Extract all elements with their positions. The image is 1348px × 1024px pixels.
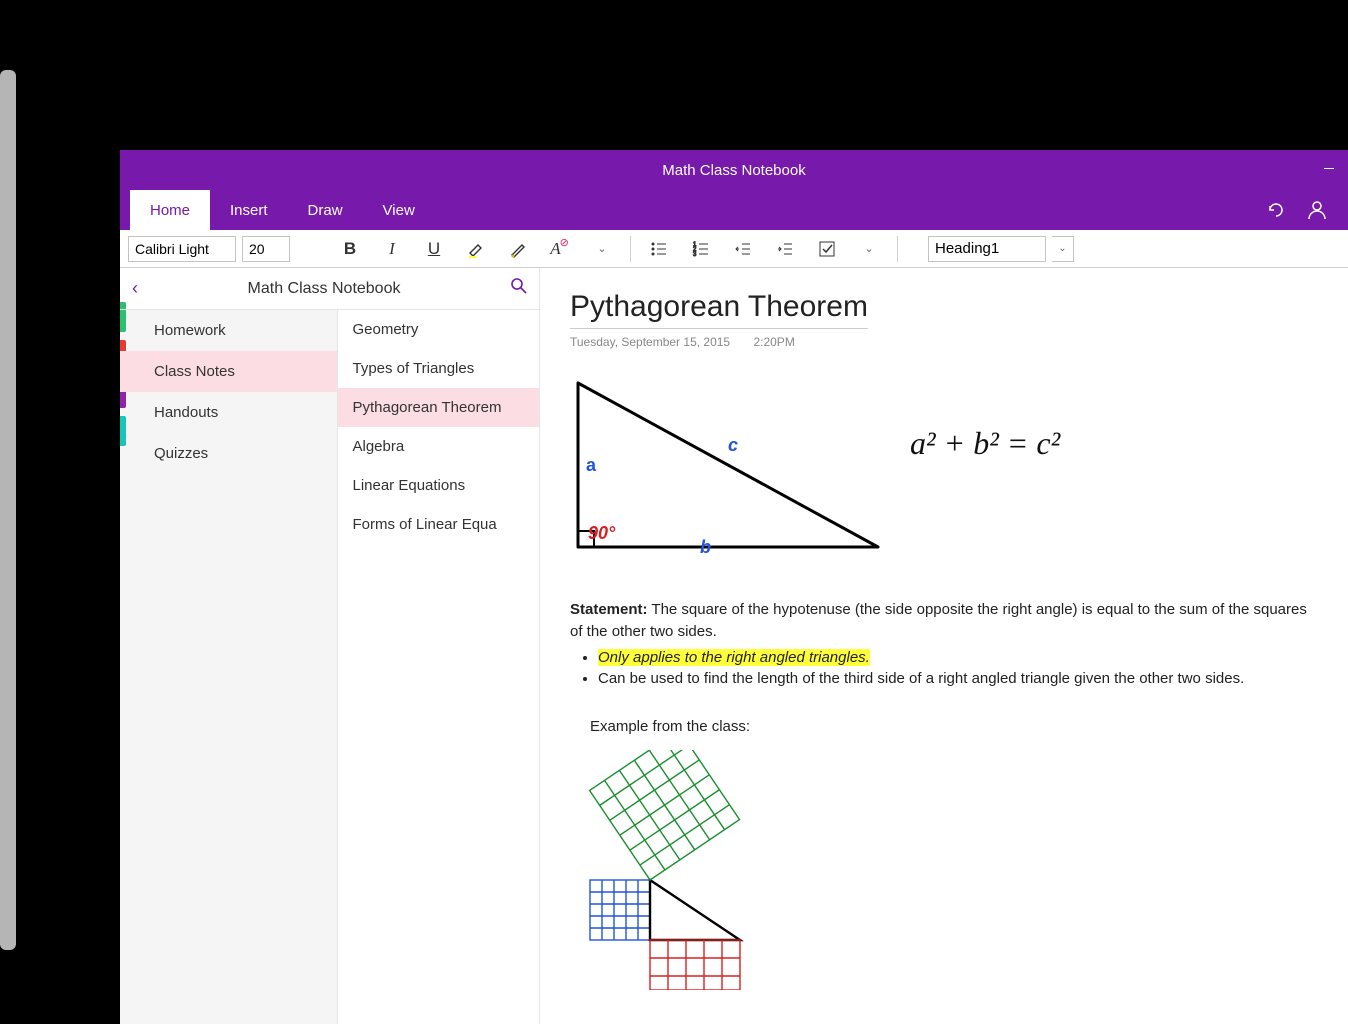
more-para-dropdown[interactable]: ⌄: [851, 234, 887, 264]
page-item-pythagorean[interactable]: Pythagorean Theorem: [338, 388, 539, 427]
formula-text: a² + b² = c²: [910, 425, 1060, 462]
triangle-drawing: a b c 90° a² + b² = c²: [570, 375, 1170, 575]
highlight-button[interactable]: [458, 234, 494, 264]
triangle-angle-label: 90°: [588, 523, 615, 544]
numbered-list-button[interactable]: 123: [683, 234, 719, 264]
undo-icon[interactable]: [1266, 200, 1286, 220]
todo-checkbox-button[interactable]: [809, 234, 845, 264]
bullet-highlighted: Only applies to the right angled triangl…: [598, 647, 1318, 669]
page-list: Geometry Types of Triangles Pythagorean …: [338, 310, 539, 1024]
page-item-forms-linear[interactable]: Forms of Linear Equa: [338, 505, 539, 544]
example-drawing: [580, 750, 880, 990]
style-dropdown[interactable]: ⌄: [1052, 236, 1074, 262]
user-icon[interactable]: [1306, 199, 1328, 221]
ribbon-tabs: Home Insert Draw View: [120, 190, 1348, 230]
font-size-select[interactable]: 20: [242, 236, 290, 262]
section-item-class-notes[interactable]: Class Notes: [120, 351, 337, 392]
bold-button[interactable]: B: [332, 234, 368, 264]
more-font-dropdown[interactable]: ⌄: [584, 234, 620, 264]
outdent-button[interactable]: [725, 234, 761, 264]
titlebar: Math Class Notebook: [120, 150, 1348, 190]
italic-button[interactable]: I: [374, 234, 410, 264]
indent-button[interactable]: [767, 234, 803, 264]
underline-button[interactable]: U: [416, 234, 452, 264]
note-date: Tuesday, September 15, 2015: [570, 335, 730, 349]
tab-draw[interactable]: Draw: [288, 190, 363, 230]
section-item-quizzes[interactable]: Quizzes: [120, 433, 337, 474]
statement-label: Statement:: [570, 601, 648, 618]
page-item-linear[interactable]: Linear Equations: [338, 466, 539, 505]
toolbar: Calibri Light 20 B I U A⊘ ⌄ 123: [120, 230, 1348, 268]
style-select[interactable]: Heading1: [928, 236, 1046, 262]
note-meta: Tuesday, September 15, 2015 2:20PM: [570, 335, 1318, 349]
tab-home[interactable]: Home: [130, 190, 210, 230]
note-body[interactable]: Statement: The square of the hypotenuse …: [570, 599, 1318, 997]
app-window: Math Class Notebook Home Insert Draw Vie…: [120, 150, 1348, 1024]
nav-header: ‹ Math Class Notebook: [120, 268, 540, 310]
triangle-label-c: c: [728, 435, 738, 456]
tab-view[interactable]: View: [363, 190, 435, 230]
note-title[interactable]: Pythagorean Theorem: [570, 290, 868, 329]
bullet-2: Can be used to find the length of the th…: [598, 668, 1318, 690]
page-item-algebra[interactable]: Algebra: [338, 427, 539, 466]
page-item-geometry[interactable]: Geometry: [338, 310, 539, 349]
clear-formatting-button[interactable]: A⊘: [542, 234, 578, 264]
note-time: 2:20PM: [753, 335, 794, 349]
note-canvas[interactable]: Pythagorean Theorem Tuesday, September 1…: [540, 268, 1348, 1024]
window-title: Math Class Notebook: [662, 162, 805, 179]
ink-button[interactable]: [500, 234, 536, 264]
notebook-title: Math Class Notebook: [138, 280, 510, 298]
section-item-homework[interactable]: Homework: [120, 310, 337, 351]
triangle-label-b: b: [700, 537, 711, 558]
search-icon[interactable]: [510, 277, 528, 300]
tab-insert[interactable]: Insert: [210, 190, 288, 230]
font-select[interactable]: Calibri Light: [128, 236, 236, 262]
example-heading: Example from the class:: [590, 716, 1318, 738]
section-item-handouts[interactable]: Handouts: [120, 392, 337, 433]
page-item-triangles[interactable]: Types of Triangles: [338, 349, 539, 388]
statement-text: The square of the hypotenuse (the side o…: [570, 601, 1307, 640]
triangle-label-a: a: [586, 455, 596, 476]
section-list: Homework Class Notes Handouts Quizzes: [120, 310, 338, 1024]
svg-text:3: 3: [693, 252, 697, 258]
minimize-icon[interactable]: [1324, 168, 1334, 169]
bullets-button[interactable]: [641, 234, 677, 264]
